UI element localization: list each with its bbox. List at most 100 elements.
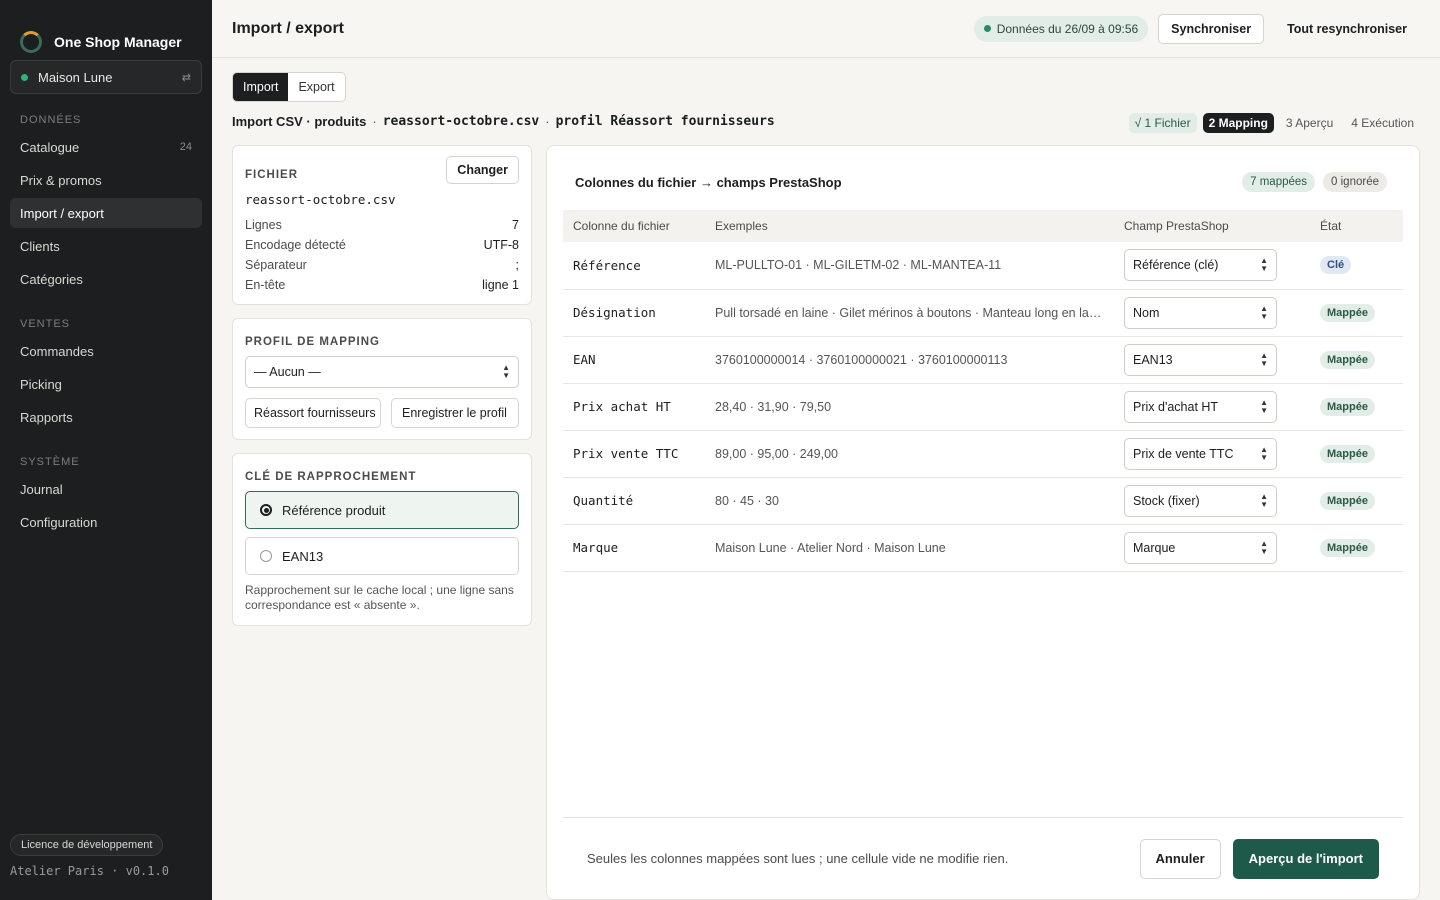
sidebar-item-prix-promos[interactable]: Prix & promos bbox=[10, 165, 202, 195]
sidebar-item-label: Configuration bbox=[20, 514, 98, 530]
state-cell: Mappée bbox=[1310, 289, 1403, 337]
breadcrumb-separator: · bbox=[545, 114, 550, 129]
file-info-row: Lignes 7 bbox=[245, 215, 519, 235]
prestashop-field-cell: Référence (clé) ▲ ▼ bbox=[1114, 242, 1310, 290]
mapping-profile-select[interactable]: — Aucun — ▲ ▼ bbox=[245, 356, 519, 388]
wizard-step[interactable]: 2 Mapping bbox=[1202, 113, 1274, 133]
sidebar-item-clients[interactable]: Clients bbox=[10, 231, 202, 261]
prestashop-field-cell: Prix de vente TTC ▲ ▼ bbox=[1114, 430, 1310, 478]
sidebar-item-categories[interactable]: Catégories bbox=[10, 264, 202, 294]
app-logo-icon bbox=[20, 31, 42, 53]
state-cell: Mappée bbox=[1310, 383, 1403, 431]
resync-all-button[interactable]: Tout resynchroniser bbox=[1274, 14, 1420, 44]
select-arrows-icon: ▲ ▼ bbox=[1260, 538, 1268, 556]
column-examples: 89,00 · 95,00 · 249,00 bbox=[705, 430, 1114, 478]
wizard-step[interactable]: √ 1 Fichier bbox=[1128, 113, 1197, 133]
select-arrows-icon: ▲ ▼ bbox=[1260, 491, 1268, 509]
sidebar-item-picking[interactable]: Picking bbox=[10, 369, 202, 399]
sidebar-item-journal[interactable]: Journal bbox=[10, 474, 202, 504]
table-row: Quantité 80 · 45 · 30 Stock (fixer) ▲ ▼ Mappé… bbox=[563, 477, 1403, 525]
mapping-profile-label: PROFIL DE MAPPING bbox=[245, 336, 380, 348]
saved-profile-button[interactable]: Réassort fournisseurs bbox=[245, 398, 381, 428]
mapping-title: Colonnes du fichier → champs PrestaShop bbox=[575, 174, 842, 190]
breadcrumb-file: reassort-octobre.csv bbox=[382, 114, 540, 129]
preview-import-button[interactable]: Aperçu de l'import bbox=[1232, 838, 1379, 879]
file-info-row: Séparateur; bbox=[245, 255, 519, 275]
prestashop-field-select[interactable]: Nom ▲ ▼ bbox=[1124, 296, 1277, 329]
sidebar-item-configuration[interactable]: Configuration bbox=[10, 507, 202, 537]
sidebar-item-label: Clients bbox=[20, 238, 60, 254]
file-info-key: Séparateur bbox=[245, 258, 307, 272]
matching-key-panel: CLÉ DE RAPPROCHEMENT Référence produit E… bbox=[232, 453, 532, 626]
sidebar-item-label: Prix & promos bbox=[20, 172, 102, 188]
file-info-row: En-tête ligne 1 bbox=[245, 275, 519, 295]
change-file-button[interactable]: Changer bbox=[446, 156, 519, 184]
table-header-row: Colonne du fichier Exemples Champ Presta… bbox=[563, 210, 1403, 242]
sidebar-item-rapports[interactable]: Rapports bbox=[10, 402, 202, 432]
breadcrumb: Import CSV · produits · reassort-octobre… bbox=[232, 114, 775, 129]
prestashop-field-value: Prix d'achat HT bbox=[1133, 399, 1219, 414]
ignored-count-chip: 0 ignorée bbox=[1323, 172, 1387, 192]
radio-checked-icon bbox=[260, 504, 272, 516]
radio-label: Référence produit bbox=[282, 502, 386, 518]
radio-product-reference[interactable]: Référence produit bbox=[245, 491, 519, 529]
sidebar-item-label: Journal bbox=[20, 481, 63, 497]
column-examples: 28,40 · 31,90 · 79,50 bbox=[705, 383, 1114, 431]
file-info-list: Lignes 7 Encodage détecté UTF-8 Séparateur; E… bbox=[245, 215, 519, 295]
sidebar-nav: DONNÉES Catalogue 24 Prix & promos Import / … bbox=[0, 114, 212, 537]
prestashop-field-select[interactable]: Prix d'achat HT ▲ ▼ bbox=[1124, 390, 1277, 423]
prestashop-field-value: Référence (clé) bbox=[1133, 258, 1219, 273]
sidebar-item-label: Import / export bbox=[20, 205, 104, 221]
file-column-name: Prix achat HT bbox=[563, 383, 705, 431]
wizard-step[interactable]: 4 Exécution bbox=[1345, 113, 1420, 133]
sidebar-item-import-export[interactable]: Import / export bbox=[10, 198, 202, 228]
column-header: État bbox=[1310, 210, 1403, 242]
prestashop-field-select[interactable]: Référence (clé) ▲ ▼ bbox=[1124, 249, 1277, 282]
sidebar-item-label: Catégories bbox=[20, 271, 83, 287]
tab-import[interactable]: Import bbox=[233, 73, 289, 101]
sidebar-item-catalogue[interactable]: Catalogue 24 bbox=[10, 132, 202, 162]
file-panel-label: FICHIER bbox=[245, 169, 298, 181]
breadcrumb-type: Import CSV · produits bbox=[232, 114, 367, 129]
save-profile-button[interactable]: Enregistrer le profil bbox=[391, 398, 519, 428]
file-column-name: EAN bbox=[563, 336, 705, 384]
page-title: Import / export bbox=[232, 19, 345, 37]
topbar-actions: Données du 26/09 à 09:56 Synchroniser To… bbox=[973, 13, 1420, 44]
file-column-name: Prix vente TTC bbox=[563, 430, 705, 478]
column-examples: 3760100000014 · 3760100000021 · 37601000… bbox=[705, 336, 1114, 384]
tab-export[interactable]: Export bbox=[288, 73, 344, 101]
swap-icon: ⇄ bbox=[181, 71, 191, 84]
sidebar-footer: Licence de développement Atelier Paris ·… bbox=[10, 834, 169, 878]
select-arrows-icon: ▲ ▼ bbox=[1260, 303, 1268, 321]
mapping-table: Colonne du fichier Exemples Champ Presta… bbox=[563, 210, 1403, 572]
prestashop-field-cell: Prix d'achat HT ▲ ▼ bbox=[1114, 383, 1310, 431]
shop-status-dot bbox=[21, 73, 28, 81]
main-content: Import / export Données du 26/09 à 09:56… bbox=[212, 0, 1440, 900]
shop-switcher[interactable]: Maison Lune ⇄ bbox=[10, 60, 202, 94]
prestashop-field-value: Nom bbox=[1133, 305, 1160, 320]
prestashop-field-select[interactable]: Stock (fixer) ▲ ▼ bbox=[1124, 484, 1277, 517]
prestashop-field-select[interactable]: EAN13 ▲ ▼ bbox=[1124, 343, 1277, 376]
sidebar-item-commandes[interactable]: Commandes bbox=[10, 336, 202, 366]
sync-status-badge: Données du 26/09 à 09:56 bbox=[973, 15, 1149, 42]
status-badge: Mappée bbox=[1320, 303, 1375, 322]
file-info-key: En-tête bbox=[245, 278, 286, 292]
prestashop-field-select[interactable]: Marque ▲ ▼ bbox=[1124, 531, 1277, 564]
prestashop-field-value: Stock (fixer) bbox=[1133, 493, 1200, 508]
radio-label: EAN13 bbox=[282, 548, 324, 564]
sidebar-item-count: 24 bbox=[179, 141, 192, 153]
file-info-value: ligne 1 bbox=[482, 278, 519, 292]
prestashop-field-value: Prix de vente TTC bbox=[1133, 446, 1234, 461]
column-header: Champ PrestaShop bbox=[1114, 210, 1310, 242]
radio-ean13[interactable]: EAN13 bbox=[245, 537, 519, 575]
cancel-button[interactable]: Annuler bbox=[1139, 838, 1221, 879]
topbar: Import / export Données du 26/09 à 09:56… bbox=[212, 0, 1440, 58]
status-badge: Mappée bbox=[1320, 397, 1375, 416]
wizard-step[interactable]: 3 Aperçu bbox=[1280, 113, 1339, 133]
import-export-tabs: Import Export bbox=[232, 72, 346, 102]
prestashop-field-select[interactable]: Prix de vente TTC ▲ ▼ bbox=[1124, 437, 1277, 470]
table-row: Prix achat HT 28,40 · 31,90 · 79,50 Prix d… bbox=[563, 383, 1403, 431]
sync-button[interactable]: Synchroniser bbox=[1158, 13, 1265, 44]
select-arrows-icon: ▲ ▼ bbox=[502, 363, 510, 380]
sidebar-item-label: Commandes bbox=[20, 343, 94, 359]
